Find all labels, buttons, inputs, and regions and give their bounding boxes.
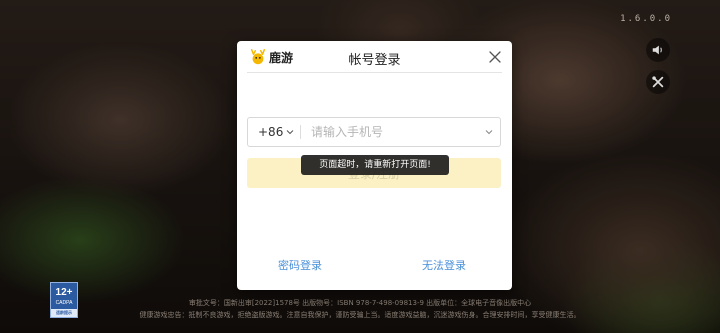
chevron-down-icon [485,130,493,135]
footer-line-1: 审批文号：国新出审[2022]1578号 出版物号：ISBN 978-7-498… [188,299,532,307]
phone-input[interactable] [301,125,478,139]
speaker-icon [652,45,662,55]
login-dialog: 鹿游 帐号登录 +86 登录/注册 页面超时，请重新打开页面! 密码登录 无法登… [237,41,512,290]
chevron-down-icon [286,130,294,135]
close-button[interactable] [488,49,502,63]
footer-line-2: 健康游戏忠告：抵制不良游戏，拒绝盗版游戏。注意自我保护，谨防受骗上当。适度游戏益… [139,311,581,319]
tools-button[interactable] [646,70,670,94]
footer: 审批文号：国新出审[2022]1578号 出版物号：ISBN 978-7-498… [0,297,720,321]
phone-field: +86 [247,117,501,147]
dialog-title: 帐号登录 [348,53,401,68]
cannot-login-link[interactable]: 无法登录 [422,257,466,273]
country-code-selector[interactable]: +86 [248,125,300,139]
sound-button[interactable] [646,38,670,62]
version-label: 1.6.0.0 [620,14,672,24]
country-code-value: +86 [258,125,284,139]
phone-history-dropdown[interactable] [478,128,500,136]
close-icon [489,51,501,63]
tools-icon [652,76,664,88]
timeout-toast: 页面超时，请重新打开页面! [301,155,449,175]
dialog-header: 鹿游 帐号登录 [247,41,502,73]
password-login-link[interactable]: 密码登录 [278,257,322,273]
